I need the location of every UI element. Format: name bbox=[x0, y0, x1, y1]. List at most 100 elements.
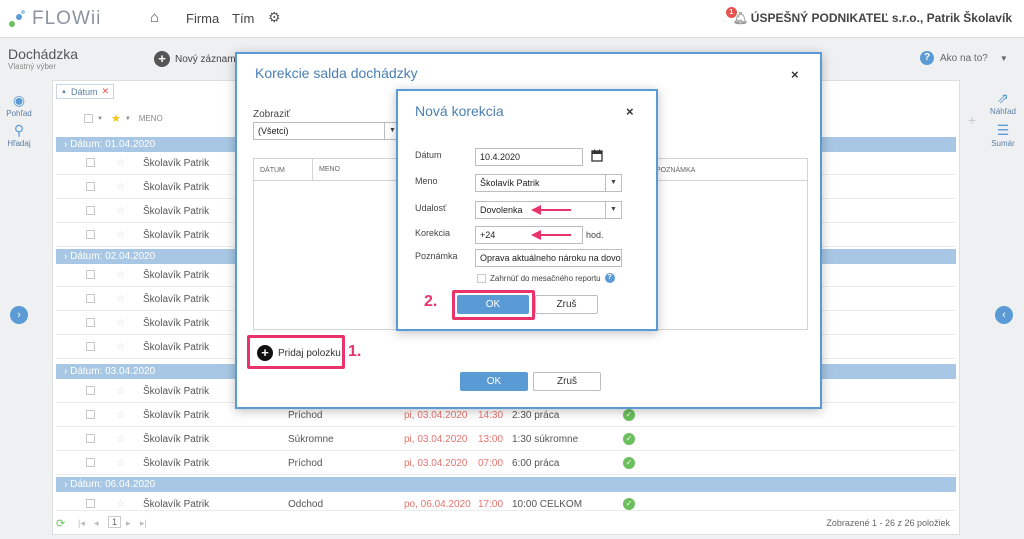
close-icon[interactable]: × bbox=[626, 104, 634, 119]
arrow-line bbox=[541, 234, 571, 236]
col-name[interactable]: MENO bbox=[312, 159, 340, 181]
calendar-icon[interactable] bbox=[591, 149, 603, 162]
cancel-button[interactable]: Zruš bbox=[533, 372, 601, 391]
row-checkbox[interactable] bbox=[86, 294, 95, 303]
note-input[interactable]: Oprava aktuálneho nároku na dovolen bbox=[475, 249, 622, 267]
cell-name: Školavík Patrik bbox=[143, 158, 210, 169]
add-item-button[interactable]: + Pridaj polozku bbox=[257, 345, 341, 361]
star-icon[interactable]: ☆ bbox=[116, 270, 125, 281]
star-icon[interactable]: ☆ bbox=[116, 318, 125, 329]
last-page-icon[interactable]: ▸| bbox=[140, 518, 147, 529]
cancel-button[interactable]: Zruš bbox=[535, 295, 598, 314]
row-checkbox[interactable] bbox=[86, 342, 95, 351]
row-checkbox[interactable] bbox=[86, 206, 95, 215]
dialog-title: Korekcie salda dochádzky bbox=[255, 65, 418, 81]
remove-filter-icon[interactable]: ✕ bbox=[101, 86, 109, 97]
nav-firma[interactable]: Firma bbox=[186, 11, 219, 26]
star-icon[interactable]: ☆ bbox=[116, 158, 125, 169]
col-date[interactable]: DÁTUM bbox=[260, 167, 285, 174]
home-icon[interactable]: ⌂ bbox=[150, 9, 159, 26]
ok-button[interactable]: OK bbox=[457, 295, 529, 314]
refresh-icon[interactable]: ⟳ bbox=[56, 517, 65, 530]
page-number[interactable]: 1 bbox=[108, 516, 122, 528]
star-icon[interactable]: ☆ bbox=[116, 386, 125, 397]
sidebar-summary[interactable]: ☰ Sumár bbox=[988, 122, 1018, 148]
star-icon[interactable]: ☆ bbox=[116, 230, 125, 241]
event-label: Udalosť bbox=[415, 203, 447, 213]
first-page-icon[interactable]: |◂ bbox=[78, 518, 85, 529]
next-page-icon[interactable]: ▸ bbox=[126, 518, 131, 529]
filter-chip-date[interactable]: ▲ Dátum ✕ bbox=[56, 84, 115, 99]
row-checkbox[interactable] bbox=[86, 434, 95, 443]
notification-badge: 1 bbox=[725, 7, 737, 18]
include-report-checkbox[interactable] bbox=[477, 273, 486, 283]
event-select-value: Dovolenka bbox=[480, 205, 523, 215]
include-report-option[interactable]: Zahrnúť do mesačného reportu ? bbox=[477, 273, 615, 283]
grid-footer: ⟳ |◂ ◂ 1 ▸ ▸| Zobrazené 1 - 26 z 26 polo… bbox=[52, 512, 960, 534]
row-checkbox[interactable] bbox=[86, 230, 95, 239]
cell-name: Školavík Patrik bbox=[143, 294, 210, 305]
header-name[interactable]: MENO bbox=[139, 114, 163, 123]
row-checkbox[interactable] bbox=[86, 458, 95, 467]
row-checkbox[interactable] bbox=[86, 499, 95, 508]
group-row[interactable]: › Dátum: 06.04.2020 bbox=[56, 477, 956, 492]
row-checkbox[interactable] bbox=[86, 270, 95, 279]
show-select[interactable]: (Všetci) ▼ bbox=[253, 122, 401, 140]
cell-name: Školavík Patrik bbox=[143, 230, 210, 241]
row-checkbox[interactable] bbox=[86, 158, 95, 167]
date-label: Dátum bbox=[415, 150, 442, 160]
sidebar-preview[interactable]: ⇗ Náhľad bbox=[988, 90, 1018, 116]
row-checkbox[interactable] bbox=[86, 318, 95, 327]
add-column-icon[interactable]: + bbox=[968, 112, 976, 128]
help-button[interactable]: ? Ako na to? ▼ bbox=[920, 51, 1008, 65]
eye-icon: ◉ bbox=[12, 92, 26, 108]
bell-icon[interactable]: 🔔︎ 1 bbox=[725, 7, 748, 25]
table-row[interactable]: ☆ Školavík Patrik Odchod po, 06.04.2020 17:0… bbox=[56, 493, 956, 511]
question-icon[interactable]: ? bbox=[604, 273, 615, 283]
company-name: ÚSPEŠNÝ PODNIKATEĽ s.r.o., Patrik Školav… bbox=[750, 11, 1012, 25]
gear-icon[interactable]: ⚙ bbox=[268, 9, 281, 26]
add-item-label: Pridaj polozku bbox=[278, 347, 341, 359]
star-icon[interactable]: ☆ bbox=[116, 342, 125, 353]
star-icon[interactable]: ☆ bbox=[116, 434, 125, 445]
cell-time: 07:00 bbox=[478, 458, 504, 469]
star-icon[interactable]: ★ bbox=[111, 112, 121, 125]
row-checkbox[interactable] bbox=[86, 182, 95, 191]
star-icon[interactable]: ☆ bbox=[116, 458, 125, 469]
table-row[interactable]: ☆ Školavík Patrik Súkromne pi, 03.04.2020 13… bbox=[56, 428, 956, 451]
new-record-button[interactable]: + Nový záznam bbox=[154, 51, 236, 67]
table-row[interactable]: ☆ Školavík Patrik Príchod pi, 03.04.2020 07:… bbox=[56, 452, 956, 475]
star-icon[interactable]: ☆ bbox=[116, 182, 125, 193]
sidebar-view[interactable]: ◉ Pohľad bbox=[4, 92, 34, 118]
cell-event: Súkromne bbox=[288, 434, 334, 445]
name-select[interactable]: Školavík Patrik ▼ bbox=[475, 174, 622, 192]
chevron-down-icon[interactable]: ▼ bbox=[125, 116, 131, 122]
dialog-title: Nová korekcia bbox=[415, 103, 504, 119]
star-icon[interactable]: ☆ bbox=[116, 410, 125, 421]
expand-left-button[interactable]: › bbox=[10, 306, 28, 324]
row-checkbox[interactable] bbox=[86, 386, 95, 395]
star-icon[interactable]: ☆ bbox=[116, 499, 125, 510]
show-label: Zobraziť bbox=[253, 109, 291, 120]
nav-tim[interactable]: Tím bbox=[232, 11, 254, 26]
cell-desc: 6:00 práca bbox=[512, 458, 560, 469]
close-icon[interactable]: × bbox=[791, 67, 799, 82]
col-note[interactable]: POZNÁMKA bbox=[656, 167, 695, 174]
select-all-checkbox[interactable] bbox=[84, 114, 93, 123]
chevron-down-icon[interactable]: ▼ bbox=[97, 116, 103, 122]
date-input[interactable]: 10.4.2020 bbox=[475, 148, 583, 166]
company-user[interactable]: 🔔︎ 1 ÚSPEŠNÝ PODNIKATEĽ s.r.o., Patrik Šk… bbox=[725, 7, 1012, 25]
logo[interactable]: FLOWii bbox=[8, 6, 101, 32]
cell-name: Školavík Patrik bbox=[143, 342, 210, 353]
star-icon[interactable]: ☆ bbox=[116, 294, 125, 305]
row-checkbox[interactable] bbox=[86, 410, 95, 419]
cell-time: 17:00 bbox=[478, 499, 504, 510]
ok-button[interactable]: OK bbox=[460, 372, 528, 391]
page-subtitle[interactable]: Vlastný výber bbox=[8, 62, 56, 71]
cell-name: Školavík Patrik bbox=[143, 458, 210, 469]
sidebar-search[interactable]: ⚲ Hľadaj bbox=[4, 122, 34, 148]
expand-right-button[interactable]: ‹ bbox=[995, 306, 1013, 324]
star-icon[interactable]: ☆ bbox=[116, 206, 125, 217]
check-icon: ✓ bbox=[623, 457, 635, 469]
prev-page-icon[interactable]: ◂ bbox=[94, 518, 99, 529]
